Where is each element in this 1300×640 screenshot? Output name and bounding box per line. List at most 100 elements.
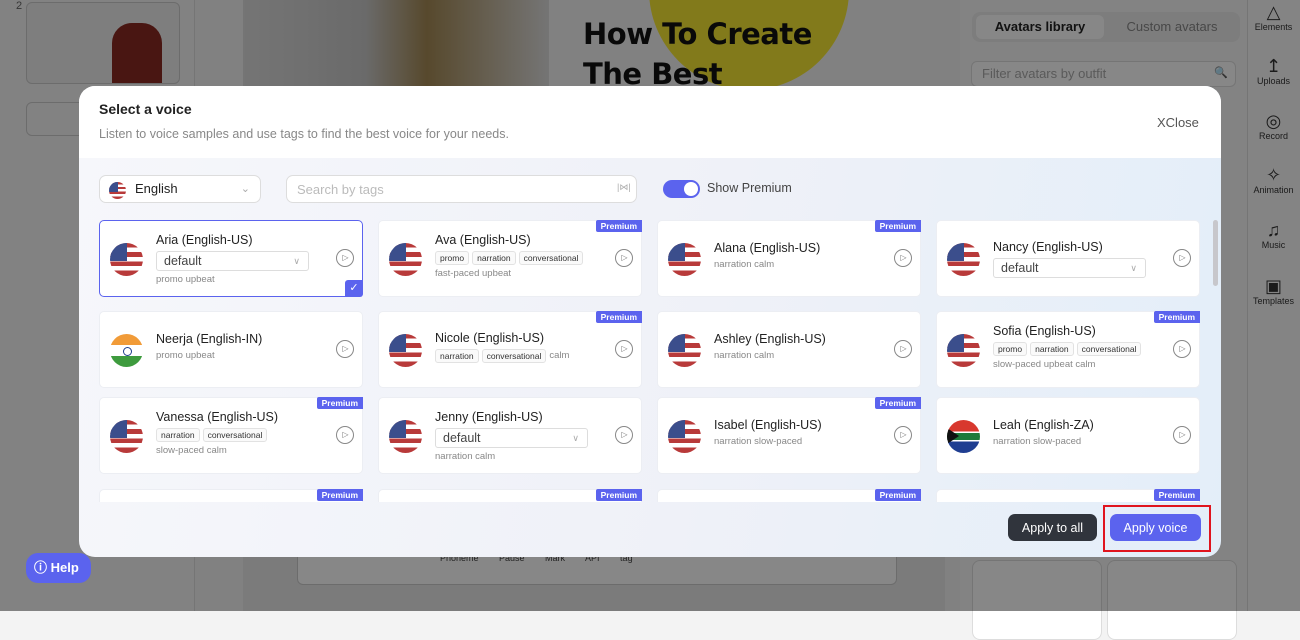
- play-sample-button[interactable]: ▷: [615, 426, 633, 444]
- premium-badge: Premium: [1153, 311, 1200, 323]
- us-flag-icon: [110, 243, 143, 276]
- voice-card[interactable]: Premium: [936, 489, 1200, 502]
- voice-name: Nicole (English-US): [435, 331, 545, 345]
- chevron-down-icon: ∨: [1130, 263, 1137, 273]
- voice-tag[interactable]: narration: [435, 349, 479, 363]
- voice-tags: promo narration conversational: [435, 251, 584, 265]
- voice-tag[interactable]: conversational: [202, 428, 268, 442]
- play-sample-button[interactable]: ▷: [1173, 249, 1191, 267]
- premium-badge: Premium: [874, 220, 921, 232]
- show-premium-toggle[interactable]: [663, 180, 700, 198]
- voice-tag[interactable]: narration: [472, 251, 516, 265]
- chevron-down-icon: ∨: [572, 433, 579, 443]
- dialog-subtitle: Listen to voice samples and use tags to …: [99, 127, 509, 141]
- help-button[interactable]: ⓘ Help: [26, 553, 91, 583]
- voice-tag[interactable]: promo: [993, 342, 1028, 356]
- language-select[interactable]: English ⌄: [99, 175, 261, 203]
- apply-to-all-button[interactable]: Apply to all: [1008, 514, 1097, 541]
- voice-description: promo upbeat: [156, 350, 215, 361]
- play-sample-button[interactable]: ▷: [894, 340, 912, 358]
- play-sample-button[interactable]: ▷: [336, 426, 354, 444]
- play-sample-button[interactable]: ▷: [894, 249, 912, 267]
- voice-name: Ashley (English-US): [714, 332, 826, 346]
- us-flag-icon: [668, 334, 701, 367]
- close-button[interactable]: XClose: [1157, 115, 1199, 130]
- voice-card[interactable]: Leah (English-ZA) narration slow-paced ▷: [936, 397, 1200, 474]
- voice-style-select[interactable]: default ∨: [156, 251, 309, 271]
- voice-card[interactable]: Ava (English-US) promo narration conversati…: [378, 220, 642, 297]
- voice-card[interactable]: Aria (English-US) default ∨ promo upbeat ▷ ✓: [99, 220, 363, 297]
- voice-description: narration calm: [435, 451, 496, 462]
- voice-card[interactable]: Nicole (English-US) narration conversation…: [378, 311, 642, 388]
- voice-card[interactable]: Premium: [99, 489, 363, 502]
- select-voice-dialog: Select a voice Listen to voice samples a…: [79, 86, 1221, 557]
- play-sample-button[interactable]: ▷: [894, 426, 912, 444]
- play-sample-button[interactable]: ▷: [336, 249, 354, 267]
- voice-style-select[interactable]: default ∨: [993, 258, 1146, 278]
- voice-style-value: default: [1001, 261, 1039, 275]
- tag-search-input[interactable]: [286, 175, 637, 203]
- play-sample-button[interactable]: ▷: [336, 340, 354, 358]
- chevron-down-icon: ∨: [293, 256, 300, 266]
- voice-tag[interactable]: narration: [1030, 342, 1074, 356]
- play-sample-button[interactable]: ▷: [1173, 340, 1191, 358]
- voice-card[interactable]: Premium: [657, 489, 921, 502]
- voice-card[interactable]: Sofia (English-US) promo narration conversa…: [936, 311, 1200, 388]
- voice-description: calm: [549, 350, 570, 361]
- us-flag-icon: [110, 420, 143, 453]
- voice-name: Sofia (English-US): [993, 324, 1096, 338]
- voice-tags: narration conversational: [156, 428, 268, 442]
- highlight-box: [1103, 505, 1211, 552]
- in-flag-icon: [110, 334, 143, 367]
- voice-name: Vanessa (English-US): [156, 410, 279, 424]
- us-flag-icon: [668, 420, 701, 453]
- play-sample-button[interactable]: ▷: [615, 340, 633, 358]
- premium-badge: Premium: [874, 397, 921, 409]
- show-premium-label: Show Premium: [707, 181, 792, 195]
- voice-grid: Aria (English-US) default ∨ promo upbeat ▷ ✓ A…: [79, 215, 1221, 502]
- us-flag-icon: [668, 243, 701, 276]
- us-flag-icon: [947, 243, 980, 276]
- voice-card[interactable]: Ashley (English-US) narration calm ▷: [657, 311, 921, 388]
- close-label: Close: [1165, 115, 1199, 130]
- voice-tag[interactable]: conversational: [1076, 342, 1142, 356]
- voice-tag[interactable]: promo: [435, 251, 470, 265]
- voice-card[interactable]: Alana (English-US) narration calm ▷ Premium: [657, 220, 921, 297]
- voice-name: Nancy (English-US): [993, 240, 1103, 254]
- play-sample-button[interactable]: ▷: [1173, 426, 1191, 444]
- voice-grid-scrollbar[interactable]: [1213, 220, 1218, 286]
- us-flag-icon: [389, 420, 422, 453]
- voice-card[interactable]: Vanessa (English-US) narration conversatio…: [99, 397, 363, 474]
- voice-description: narration calm: [714, 350, 775, 361]
- voice-description: slow-paced calm: [156, 445, 227, 456]
- voice-description: narration calm: [714, 259, 775, 270]
- premium-badge: Premium: [1153, 489, 1200, 501]
- close-icon: X: [1157, 115, 1166, 130]
- voice-style-select[interactable]: default ∨: [435, 428, 588, 448]
- voice-card[interactable]: Nancy (English-US) default ∨ ▷: [936, 220, 1200, 297]
- voice-tag[interactable]: narration: [156, 428, 200, 442]
- language-value: English: [135, 181, 178, 196]
- premium-badge: Premium: [316, 489, 363, 501]
- voice-card[interactable]: Isabel (English-US) narration slow-paced ▷…: [657, 397, 921, 474]
- voice-style-value: default: [443, 431, 481, 445]
- voice-tags: promo narration conversational: [993, 342, 1142, 356]
- premium-badge: Premium: [595, 220, 642, 232]
- voice-card[interactable]: Neerja (English-IN) promo upbeat ▷: [99, 311, 363, 388]
- dialog-title: Select a voice: [99, 101, 192, 117]
- voice-description: slow-paced upbeat calm: [993, 359, 1096, 370]
- tag-filter-icon: |⋈|: [617, 182, 631, 192]
- voice-tag[interactable]: conversational: [481, 349, 547, 363]
- voice-description: narration slow-paced: [993, 436, 1082, 447]
- voice-card[interactable]: Premium: [378, 489, 642, 502]
- voice-name: Jenny (English-US): [435, 410, 543, 424]
- voice-card[interactable]: Jenny (English-US) default ∨ narration calm…: [378, 397, 642, 474]
- play-sample-button[interactable]: ▷: [615, 249, 633, 267]
- voice-description: narration slow-paced: [714, 436, 803, 447]
- premium-badge: Premium: [874, 489, 921, 501]
- chevron-down-icon: ⌄: [240, 183, 250, 195]
- selected-check-icon: ✓: [345, 280, 363, 297]
- voice-name: Isabel (English-US): [714, 418, 822, 432]
- voice-tag[interactable]: conversational: [518, 251, 584, 265]
- voice-name: Leah (English-ZA): [993, 418, 1094, 432]
